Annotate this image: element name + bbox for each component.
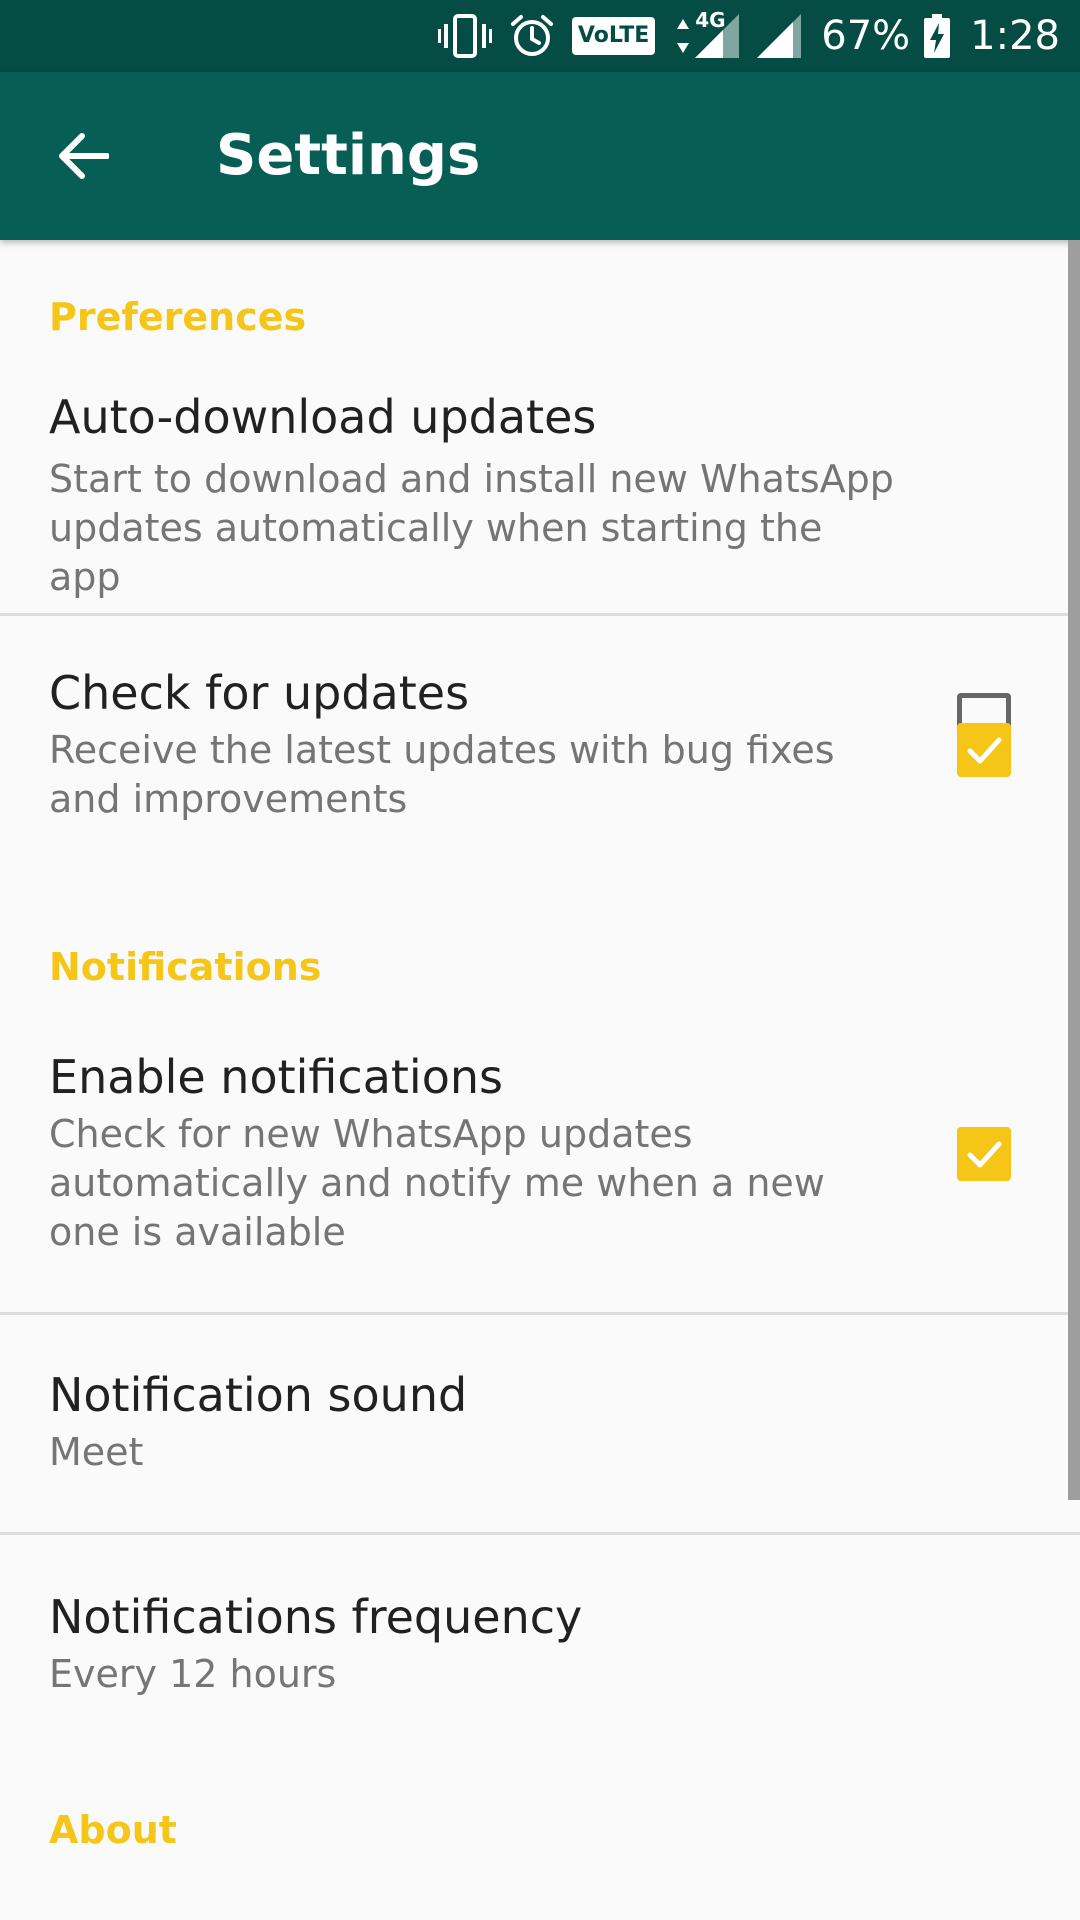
pref-value: Every 12 hours	[49, 1652, 337, 1696]
pref-enable-notifications[interactable]: Enable notifications Check for new Whats…	[0, 1050, 1080, 1280]
signal-4g-icon: 4G	[695, 8, 740, 58]
signal-icon	[757, 14, 802, 58]
page-title: Settings	[216, 123, 481, 188]
arrow-back-icon	[59, 133, 109, 179]
pref-summary: Receive the latest updates with bug fixe…	[49, 728, 835, 821]
app-toolbar: Settings	[0, 72, 1080, 240]
pref-summary: Check for new WhatsApp updates automatic…	[49, 1112, 825, 1254]
vibrate-icon	[437, 14, 492, 58]
pref-notification-sound[interactable]: Notification sound Meet	[0, 1368, 1080, 1518]
pref-title: Notifications frequency	[49, 1590, 583, 1644]
data-arrows-icon	[677, 19, 690, 53]
volte-icon: VoLTE	[571, 17, 656, 55]
back-button[interactable]	[40, 112, 128, 200]
divider	[0, 1312, 1080, 1315]
pref-check-updates[interactable]: Check for updates Receive the latest upd…	[0, 666, 1080, 826]
scrollbar[interactable]	[1068, 240, 1080, 1500]
check-updates-checkbox[interactable]	[957, 723, 1011, 777]
status-icons: VoLTE 4G 67% 1:28	[420, 0, 1060, 72]
battery-charging-icon	[924, 14, 951, 58]
divider	[0, 613, 1080, 616]
pref-title: Check for updates	[49, 666, 470, 720]
network-label: 4G	[695, 8, 726, 32]
pref-title: Enable notifications	[49, 1050, 503, 1104]
enable-notifications-checkbox[interactable]	[957, 1127, 1011, 1181]
pref-notifications-frequency[interactable]: Notifications frequency Every 12 hours	[0, 1590, 1080, 1740]
pref-summary: Start to download and install new WhatsA…	[49, 457, 894, 599]
checkmark-icon	[967, 1141, 1002, 1168]
settings-list: Preferences Auto-download updates Start …	[0, 240, 1080, 1920]
divider	[0, 1532, 1080, 1535]
pref-title: Notification sound	[49, 1368, 468, 1422]
pref-title: Auto-download updates	[49, 390, 597, 444]
section-header-notifications: Notifications	[49, 945, 322, 989]
alarm-icon	[510, 14, 554, 58]
pref-value: Meet	[49, 1430, 144, 1474]
battery-percent: 67%	[821, 13, 911, 59]
clock: 1:28	[970, 13, 1060, 59]
checkmark-icon	[967, 737, 1002, 764]
section-header-about: About	[49, 1808, 177, 1852]
section-header-preferences: Preferences	[49, 295, 307, 339]
status-bar: VoLTE 4G 67% 1:28	[0, 0, 1080, 72]
